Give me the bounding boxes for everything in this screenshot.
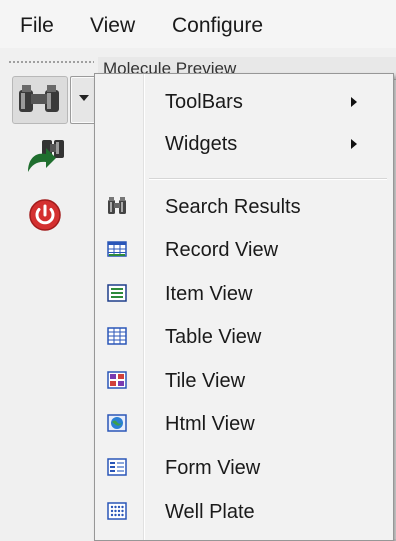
menu-item-widgets[interactable]: Widgets [95, 124, 391, 164]
menu-item-label: Widgets [165, 133, 238, 155]
menu-view[interactable]: View [90, 14, 135, 42]
menu-item-record-view[interactable]: Record View [95, 230, 391, 270]
menu-item-item-view[interactable]: Item View [95, 274, 391, 314]
menu-item-label: Tile View [165, 370, 246, 392]
binoculars-icon [19, 85, 59, 112]
menu-separator [149, 178, 387, 180]
menu-item-label: Table View [165, 326, 262, 348]
html-view-icon [107, 414, 127, 432]
menu-bar: File View Configure [0, 0, 396, 48]
form-view-icon [107, 458, 127, 476]
menu-item-label: Form View [165, 457, 261, 479]
item-view-icon [107, 284, 127, 302]
view-dropdown-menu: ToolBars Widgets Search Results Record V… [94, 73, 394, 541]
menu-item-label: ToolBars [165, 91, 243, 113]
menu-file[interactable]: File [20, 14, 54, 42]
binoculars-back-icon[interactable] [22, 136, 68, 176]
menu-item-table-view[interactable]: Table View [95, 317, 391, 357]
menu-item-search-results[interactable]: Search Results [95, 187, 391, 227]
menu-item-label: Item View [165, 283, 253, 305]
power-icon[interactable] [28, 198, 62, 232]
menu-item-html-view[interactable]: Html View [95, 404, 391, 444]
search-tool-button[interactable] [12, 76, 98, 124]
menu-item-label: Search Results [165, 196, 301, 218]
toolbar-grip[interactable] [8, 60, 94, 64]
menu-item-label: Well Plate [165, 501, 255, 523]
dropdown-arrow-icon [79, 95, 89, 101]
menu-item-label: Html View [165, 413, 255, 435]
submenu-arrow-icon [351, 139, 357, 149]
binoculars-icon [108, 197, 126, 214]
menu-item-label: Record View [165, 239, 279, 261]
record-view-icon [107, 241, 127, 257]
well-plate-icon [107, 502, 127, 520]
menu-item-toolbars[interactable]: ToolBars [95, 82, 391, 122]
menu-item-well-plate[interactable]: Well Plate [95, 492, 391, 532]
menu-item-tile-view[interactable]: Tile View [95, 361, 391, 401]
table-view-icon [107, 327, 127, 345]
menu-configure[interactable]: Configure [172, 14, 263, 42]
submenu-arrow-icon [351, 97, 357, 107]
menu-item-form-view[interactable]: Form View [95, 448, 391, 488]
tile-view-icon [107, 371, 127, 389]
